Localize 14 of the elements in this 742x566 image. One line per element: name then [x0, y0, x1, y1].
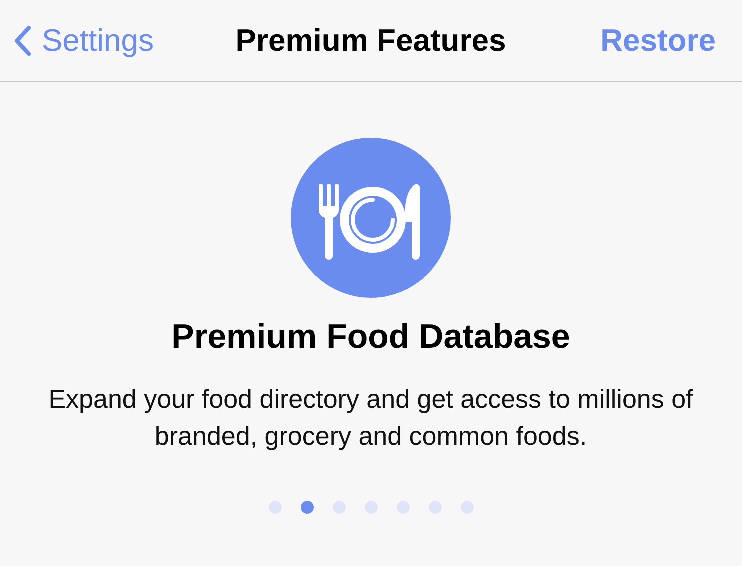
page-dot[interactable]: [300, 501, 314, 514]
feature-description: Expand your food directory and get access to millions of branded, grocery and common foods.: [48, 383, 694, 453]
feature-title: Premium Food Database: [172, 318, 570, 357]
page-dot[interactable]: [268, 501, 282, 514]
page-dot[interactable]: [396, 501, 410, 514]
page-dot[interactable]: [428, 501, 442, 514]
nav-title: Premium Features: [236, 22, 506, 58]
back-chevron-icon: [14, 24, 32, 56]
back-button[interactable]: Settings: [14, 22, 154, 58]
page-dot[interactable]: [460, 501, 474, 514]
plate-cutlery-icon: [291, 138, 451, 298]
page-dot[interactable]: [332, 501, 346, 514]
restore-button[interactable]: Restore: [600, 22, 716, 58]
page-dot[interactable]: [364, 501, 378, 514]
